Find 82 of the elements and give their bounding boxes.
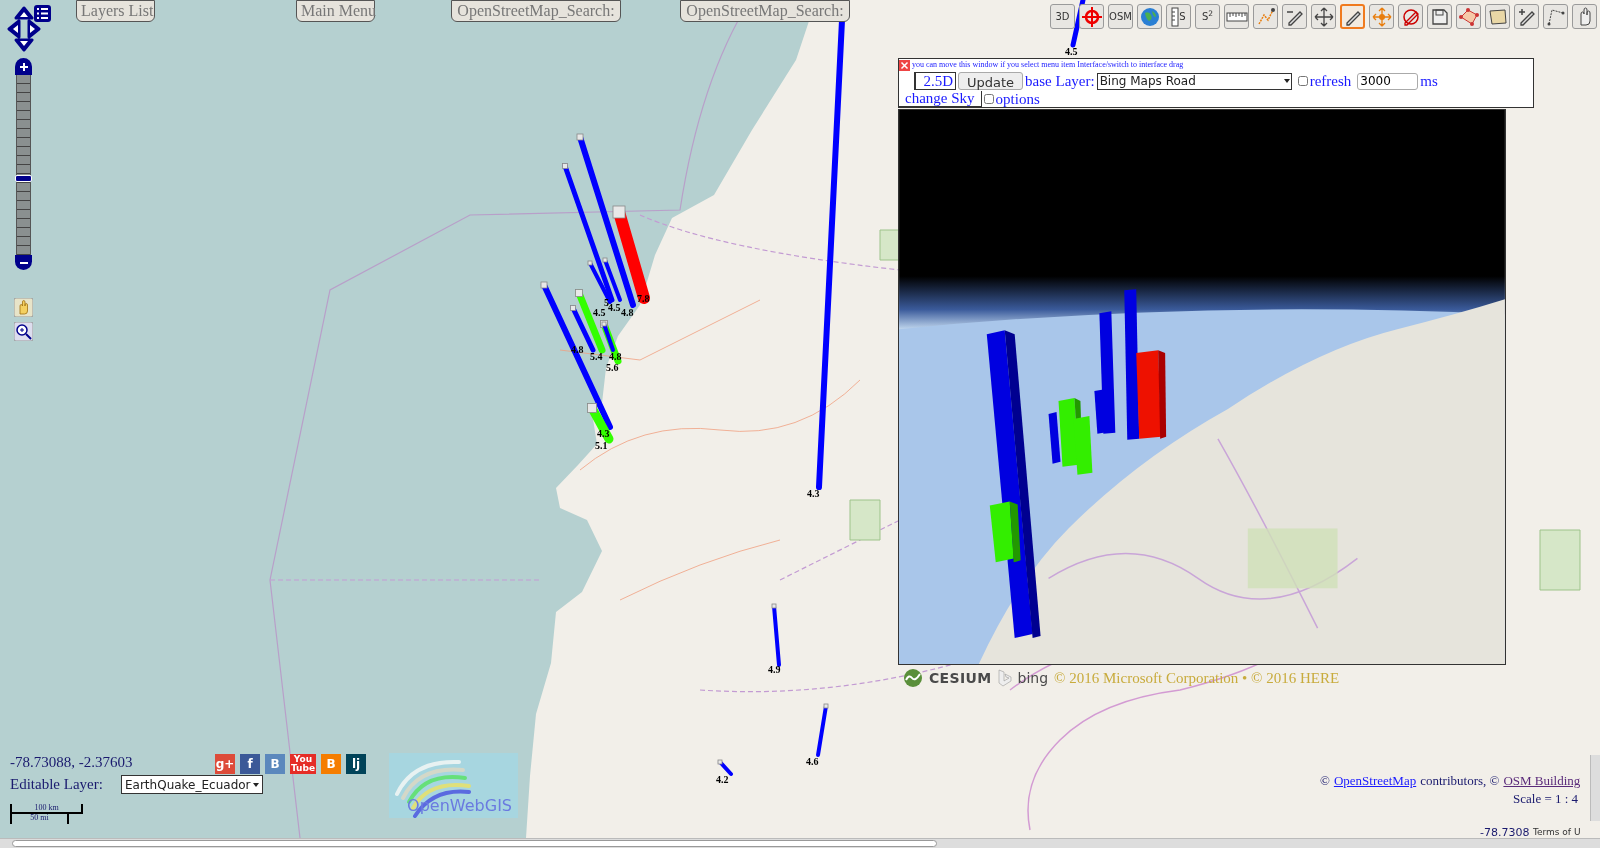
move-icon[interactable] <box>1311 4 1336 29</box>
facebook-icon[interactable]: f <box>240 754 260 774</box>
options-label: options <box>995 91 1040 107</box>
magnitude-label: 4.5 <box>1065 47 1078 57</box>
openstreetmap-link[interactable]: OpenStreetMap <box>1333 774 1417 787</box>
magnitude-label: 5 <box>604 298 609 308</box>
youtube-icon[interactable]: You Tube <box>290 754 316 774</box>
base-layer-select[interactable]: Bing Maps Road <box>1096 72 1292 90</box>
osm-icon[interactable]: OSM <box>1108 4 1133 29</box>
magnitude-label: 4.2 <box>716 775 729 785</box>
vertical-scrollbar[interactable] <box>1590 755 1600 821</box>
dropdown-caret-icon <box>252 780 260 789</box>
menu-button[interactable]: OpenStreetMap_Search: <box>451 0 621 22</box>
update-button[interactable]: Update <box>958 72 1024 90</box>
refresh-checkbox[interactable] <box>1297 76 1308 86</box>
zoom-slider-thumb[interactable] <box>15 174 32 182</box>
cesium-wordmark: CESIUM <box>929 671 992 686</box>
zoom-box-icon[interactable] <box>14 322 33 341</box>
zoom-in-button[interactable] <box>15 58 32 75</box>
ruler-icon[interactable] <box>1224 4 1249 29</box>
livejournal-icon[interactable]: lj <box>346 754 366 774</box>
save-icon[interactable] <box>1427 4 1452 29</box>
magnitude-label: 5.1 <box>595 441 608 451</box>
hand-icon[interactable] <box>1572 4 1597 29</box>
magnitude-label: 4.5 <box>608 303 621 313</box>
area-icon[interactable]: S$^{2}$ <box>1195 4 1220 29</box>
bing-logo-icon <box>997 669 1012 688</box>
area-ruler-icon[interactable]: S <box>1166 4 1191 29</box>
osm-buildings-link[interactable]: OSM Building <box>1503 774 1581 787</box>
zoom-out-button[interactable] <box>15 255 32 270</box>
pencil-crossed-icon[interactable] <box>1398 4 1423 29</box>
editable-layer-select[interactable]: EarthQuake_Ecuador <box>121 775 263 794</box>
magnitude-label: 4.9 <box>768 665 781 675</box>
base-layer-label: base Layer: <box>1025 71 1095 91</box>
change-sky-button[interactable]: change Sky <box>899 91 982 107</box>
minus-icon <box>18 260 29 265</box>
menu-button[interactable]: OpenStreetMap_Search: <box>680 0 850 22</box>
editable-layer-label: Editable Layer: <box>10 777 103 792</box>
mode-input[interactable]: 2.5D <box>914 72 956 90</box>
magnitude-label: 4.6 <box>806 757 819 767</box>
mouse-position: -78.7308 <box>1480 827 1530 838</box>
horizontal-scrollbar[interactable] <box>0 838 1600 848</box>
interval-unit: ms <box>1420 71 1438 91</box>
pencil-minus-icon[interactable] <box>1282 4 1307 29</box>
attribution-text: © <box>1320 774 1330 787</box>
scale-metric: 100 km <box>10 804 83 814</box>
pencil-icon[interactable] <box>1340 4 1365 29</box>
coordinates-readout: -78.73088, -2.37603 <box>10 755 133 770</box>
menu-button[interactable]: Layers List <box>76 0 155 22</box>
pan-arrows-icon[interactable] <box>7 6 41 52</box>
cesium-logo-icon <box>903 668 923 689</box>
vk-icon[interactable]: B <box>265 754 285 774</box>
globe-icon[interactable] <box>1137 4 1162 29</box>
target-icon[interactable] <box>1079 4 1104 29</box>
magnitude-label: 4.8 <box>621 308 634 318</box>
polygon-icon[interactable] <box>1485 4 1510 29</box>
cube-3d-icon[interactable]: 3D <box>1050 4 1075 29</box>
scrollbar-thumb[interactable] <box>12 840 937 847</box>
window-hint: you can move this window if you select menu item Interface/switch to interface drag <box>912 61 1184 69</box>
plus-icon <box>18 61 29 72</box>
bing-wordmark: bing <box>1017 671 1049 686</box>
layer-list-icon[interactable] <box>34 5 51 22</box>
pencil-plus-icon[interactable] <box>1514 4 1539 29</box>
interval-input[interactable]: 3000 <box>1357 72 1419 90</box>
attribution-text: contributors, © <box>1420 774 1500 787</box>
dropdown-caret-icon <box>1282 77 1291 85</box>
nodes-icon[interactable] <box>1456 4 1481 29</box>
refresh-label: refresh <box>1309 71 1352 91</box>
magnitude-label: 5.4 <box>590 352 603 362</box>
scale-readout: Scale = 1 : 4 <box>1513 792 1579 805</box>
map-attribution: © 2016 Microsoft Corporation • © 2016 HERE <box>1054 669 1340 688</box>
magnitude-label: 4.3 <box>807 489 820 499</box>
magnitude-label: 5.6 <box>606 363 619 373</box>
close-icon[interactable] <box>899 59 910 71</box>
scale-imperial: 50 mi <box>10 814 69 824</box>
terms-link[interactable]: Terms of U <box>1533 828 1581 837</box>
magnitude-label: 7.8 <box>637 294 650 304</box>
google-plus-icon[interactable]: g+ <box>215 754 235 774</box>
hand-icon[interactable] <box>14 298 33 317</box>
magnitude-label: 4.5 <box>593 308 606 318</box>
options-checkbox[interactable] <box>983 94 994 104</box>
move-node-icon[interactable] <box>1369 4 1394 29</box>
